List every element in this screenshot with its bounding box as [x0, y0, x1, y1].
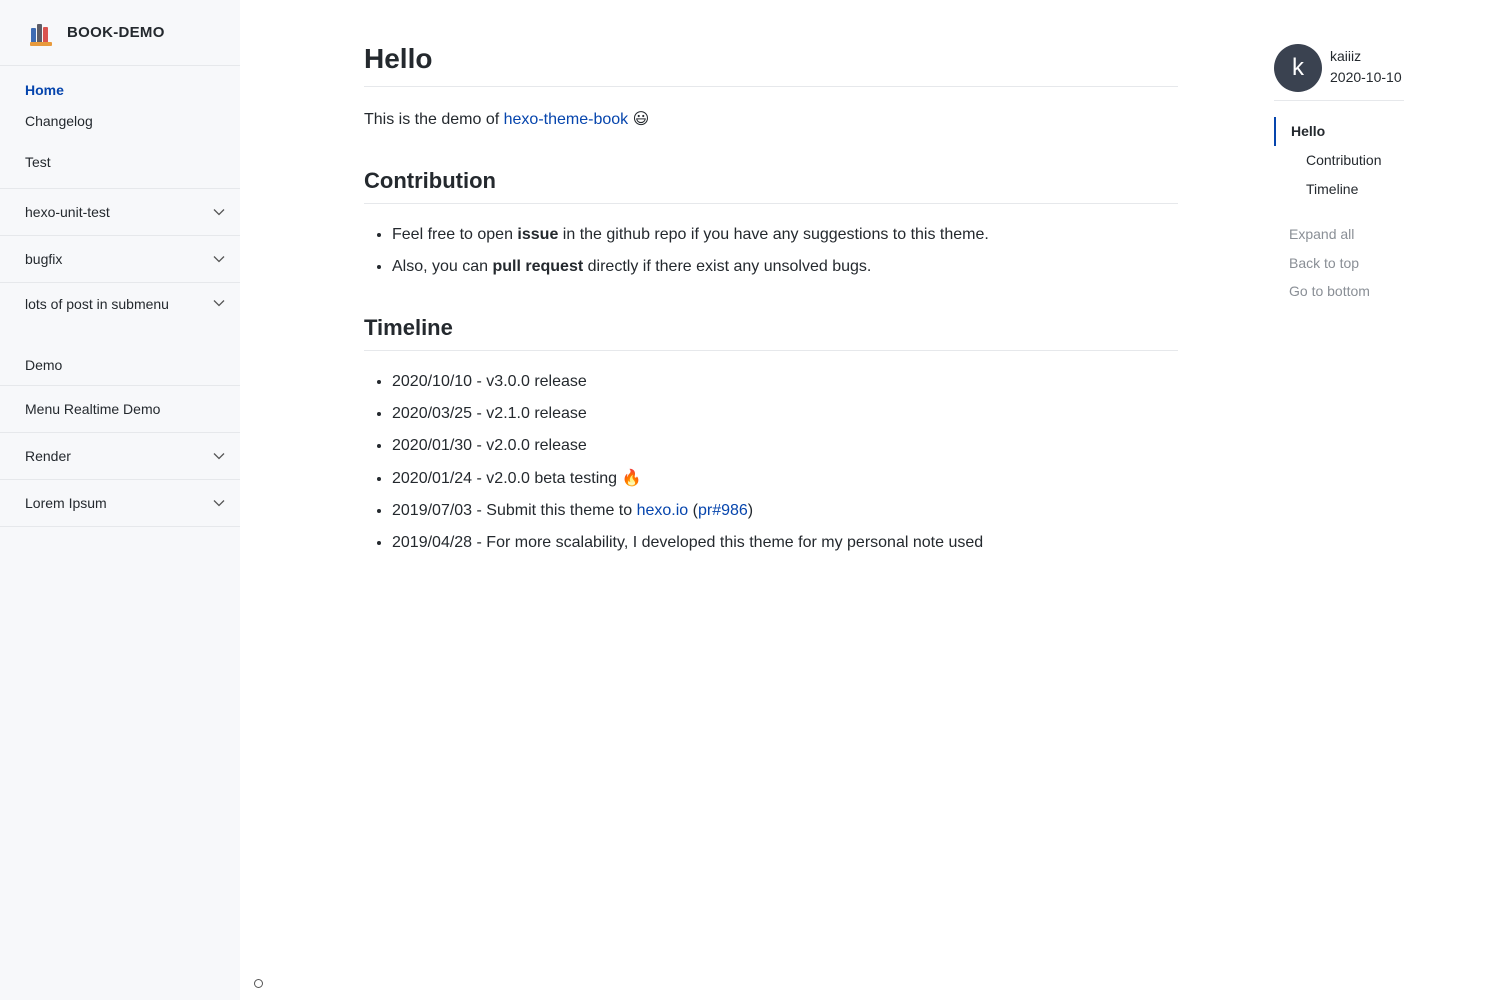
list-item-bold: issue — [517, 226, 559, 243]
list-item: 2019/07/03 - Submit this theme to hexo.i… — [392, 499, 1178, 523]
timeline-heading: Timeline — [364, 312, 1178, 351]
author-meta: kaiiiz 2020-10-10 — [1330, 46, 1402, 88]
author-name: kaiiiz — [1330, 48, 1362, 64]
toc-item-contribution[interactable]: Contribution — [1276, 146, 1404, 175]
circle-icon — [254, 979, 263, 988]
paren-close: ) — [747, 502, 754, 519]
brand-title[interactable]: BOOK-DEMO — [67, 24, 165, 41]
author-card: k kaiiiz 2020-10-10 — [1274, 44, 1404, 101]
paren-open: ( — [688, 502, 698, 519]
list-item: 2020/03/25 - v2.1.0 release — [392, 402, 1178, 426]
sidebar-top-links: Home Changelog Test — [0, 66, 240, 189]
hexo-io-link[interactable]: hexo.io — [637, 502, 689, 519]
expand-all-button[interactable]: Expand all — [1274, 220, 1404, 249]
hexo-theme-book-link[interactable]: hexo-theme-book — [504, 111, 629, 128]
smiley-icon: 😃 — [632, 109, 650, 128]
sidebar-item-demo[interactable]: Demo — [0, 330, 240, 386]
chevron-down-icon[interactable] — [212, 449, 226, 463]
toc-item-timeline[interactable]: Timeline — [1276, 175, 1404, 204]
chevron-down-icon[interactable] — [212, 296, 226, 310]
sidebar-nav: Home Changelog Test hexo-unit-test bugfi… — [0, 66, 240, 527]
sidebar-item-hexo-unit-test[interactable]: hexo-unit-test — [0, 189, 240, 236]
sidebar-item-test[interactable]: Test — [0, 140, 240, 184]
sidebar-item-bugfix[interactable]: bugfix — [0, 236, 240, 283]
sidebar-item-render[interactable]: Render — [0, 433, 240, 480]
list-item-text: Feel free to open — [392, 226, 518, 243]
list-item-bold: pull request — [492, 258, 584, 275]
list-item: 2020/01/30 - v2.0.0 release — [392, 434, 1178, 458]
pr-986-link[interactable]: pr#986 — [698, 502, 748, 519]
list-item: Feel free to open issue in the github re… — [392, 223, 1178, 247]
chevron-down-icon[interactable] — [212, 252, 226, 266]
list-item: 2019/04/28 - For more scalability, I dev… — [392, 531, 1178, 555]
sidebar-item-label: Lorem Ipsum — [25, 495, 107, 511]
page-title: Hello — [364, 40, 1178, 87]
contribution-heading: Contribution — [364, 165, 1178, 204]
timeline-list: 2020/10/10 - v3.0.0 release 2020/03/25 -… — [364, 370, 1178, 555]
sidebar-item-label: lots of post in submenu — [25, 296, 169, 312]
list-item-text: in the github repo if you have any sugge… — [558, 226, 989, 243]
sidebar: BOOK-DEMO Home Changelog Test hexo-unit-… — [0, 0, 240, 1000]
list-item: Also, you can pull request directly if t… — [392, 255, 1178, 279]
intro-paragraph: This is the demo of hexo-theme-book 😃 — [364, 107, 1178, 132]
chevron-down-icon[interactable] — [212, 205, 226, 219]
chevron-down-icon[interactable] — [212, 496, 226, 510]
sidebar-item-label: Demo — [25, 356, 63, 373]
list-item-text: 2020/01/24 - v2.0.0 beta testing — [392, 470, 622, 487]
post-date: 2020-10-10 — [1330, 69, 1402, 85]
avatar: k — [1274, 44, 1322, 92]
brand-header[interactable]: BOOK-DEMO — [0, 0, 240, 66]
sidebar-item-lorem-ipsum[interactable]: Lorem Ipsum — [0, 480, 240, 527]
sidebar-item-label: Menu Realtime Demo — [25, 401, 161, 417]
list-item: 2020/10/10 - v3.0.0 release — [392, 370, 1178, 394]
intro-text: This is the demo of — [364, 111, 504, 128]
sidebar-item-menu-realtime-demo[interactable]: Menu Realtime Demo — [0, 386, 240, 433]
toc-list: Hello Contribution Timeline — [1274, 117, 1404, 204]
list-item-text: Also, you can — [392, 258, 493, 275]
back-to-top-button[interactable]: Back to top — [1274, 249, 1404, 278]
list-item: 2020/01/24 - v2.0.0 beta testing 🔥 — [392, 466, 1178, 491]
toc-actions: Expand all Back to top Go to bottom — [1274, 220, 1404, 306]
sidebar-item-changelog[interactable]: Changelog — [0, 102, 240, 140]
table-of-contents: k kaiiiz 2020-10-10 Hello Contribution T… — [1274, 44, 1404, 306]
sidebar-item-home[interactable]: Home — [0, 74, 240, 102]
list-item-text: directly if there exist any unsolved bug… — [583, 258, 872, 275]
sidebar-item-label: Render — [25, 448, 71, 464]
books-logo-icon — [28, 20, 54, 46]
fire-icon: 🔥 — [621, 468, 642, 487]
sidebar-item-label: hexo-unit-test — [25, 204, 110, 220]
go-to-bottom-button[interactable]: Go to bottom — [1274, 277, 1404, 306]
contribution-list: Feel free to open issue in the github re… — [364, 223, 1178, 279]
list-item-text: 2019/07/03 - Submit this theme to — [392, 502, 637, 519]
sidebar-item-label: bugfix — [25, 251, 63, 267]
toc-item-hello[interactable]: Hello — [1274, 117, 1404, 146]
article: Hello This is the demo of hexo-theme-boo… — [364, 40, 1178, 563]
sidebar-item-lots-of-post[interactable]: lots of post in submenu — [0, 283, 240, 330]
